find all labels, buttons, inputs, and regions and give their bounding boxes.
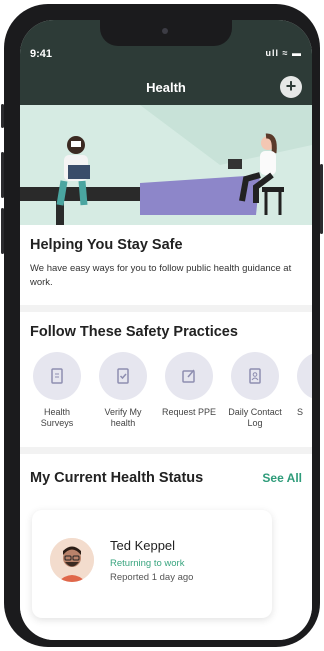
edit-icon bbox=[165, 352, 213, 400]
add-button[interactable]: + bbox=[280, 76, 302, 98]
phone-frame: 9:41 ull ≈ ▬ Health + Helping You Stay S… bbox=[1, 4, 323, 647]
practice-health-surveys[interactable]: Health Surveys bbox=[29, 352, 85, 429]
practice-request-ppe[interactable]: Request PPE bbox=[161, 352, 217, 418]
practice-label: Health Surveys bbox=[40, 407, 74, 428]
person-status-card[interactable]: Ted Keppel Returning to work Reported 1 … bbox=[32, 510, 272, 618]
practice-verify-health[interactable]: Verify My health bbox=[95, 352, 151, 429]
person-reported-time: Reported 1 day ago bbox=[110, 572, 194, 583]
people-working-illustration bbox=[20, 105, 312, 225]
page-title: Health bbox=[146, 80, 186, 95]
mute-switch bbox=[1, 104, 4, 128]
safety-practices-card: Follow These Safety Practices Health Sur… bbox=[20, 312, 312, 447]
volume-down-button bbox=[1, 208, 4, 254]
practice-label: Verify My health bbox=[104, 407, 142, 428]
health-status-card: My Current Health Status See All Ted Kep… bbox=[20, 454, 312, 640]
volume-up-button bbox=[1, 152, 4, 198]
avatar bbox=[50, 538, 94, 582]
power-button bbox=[320, 164, 323, 234]
notch bbox=[100, 20, 232, 46]
health-status-title: My Current Health Status bbox=[30, 470, 204, 486]
person-status: Returning to work bbox=[110, 558, 185, 569]
stay-safe-card: Helping You Stay Safe We have easy ways … bbox=[20, 225, 312, 305]
contact-log-icon bbox=[231, 352, 279, 400]
practice-label: Request PPE bbox=[161, 407, 217, 417]
verify-icon bbox=[99, 352, 147, 400]
practice-daily-contact-log[interactable]: Daily Contact Log bbox=[227, 352, 283, 429]
survey-icon bbox=[33, 352, 81, 400]
practice-label: Daily Contact Log bbox=[228, 407, 282, 428]
see-all-link[interactable]: See All bbox=[262, 471, 302, 485]
status-indicators: ull ≈ ▬ bbox=[265, 48, 302, 58]
practice-more[interactable]: S bbox=[293, 352, 312, 418]
hero-illustration bbox=[20, 105, 312, 225]
stay-safe-title: Helping You Stay Safe bbox=[30, 237, 183, 253]
stay-safe-description: We have easy ways for you to follow publ… bbox=[30, 263, 292, 288]
person-name: Ted Keppel bbox=[110, 538, 176, 553]
more-icon bbox=[297, 352, 312, 400]
safety-practices-title: Follow These Safety Practices bbox=[30, 324, 238, 340]
screen: 9:41 ull ≈ ▬ Health + Helping You Stay S… bbox=[20, 20, 312, 640]
practice-label: S bbox=[297, 407, 304, 417]
status-time: 9:41 bbox=[30, 48, 53, 60]
